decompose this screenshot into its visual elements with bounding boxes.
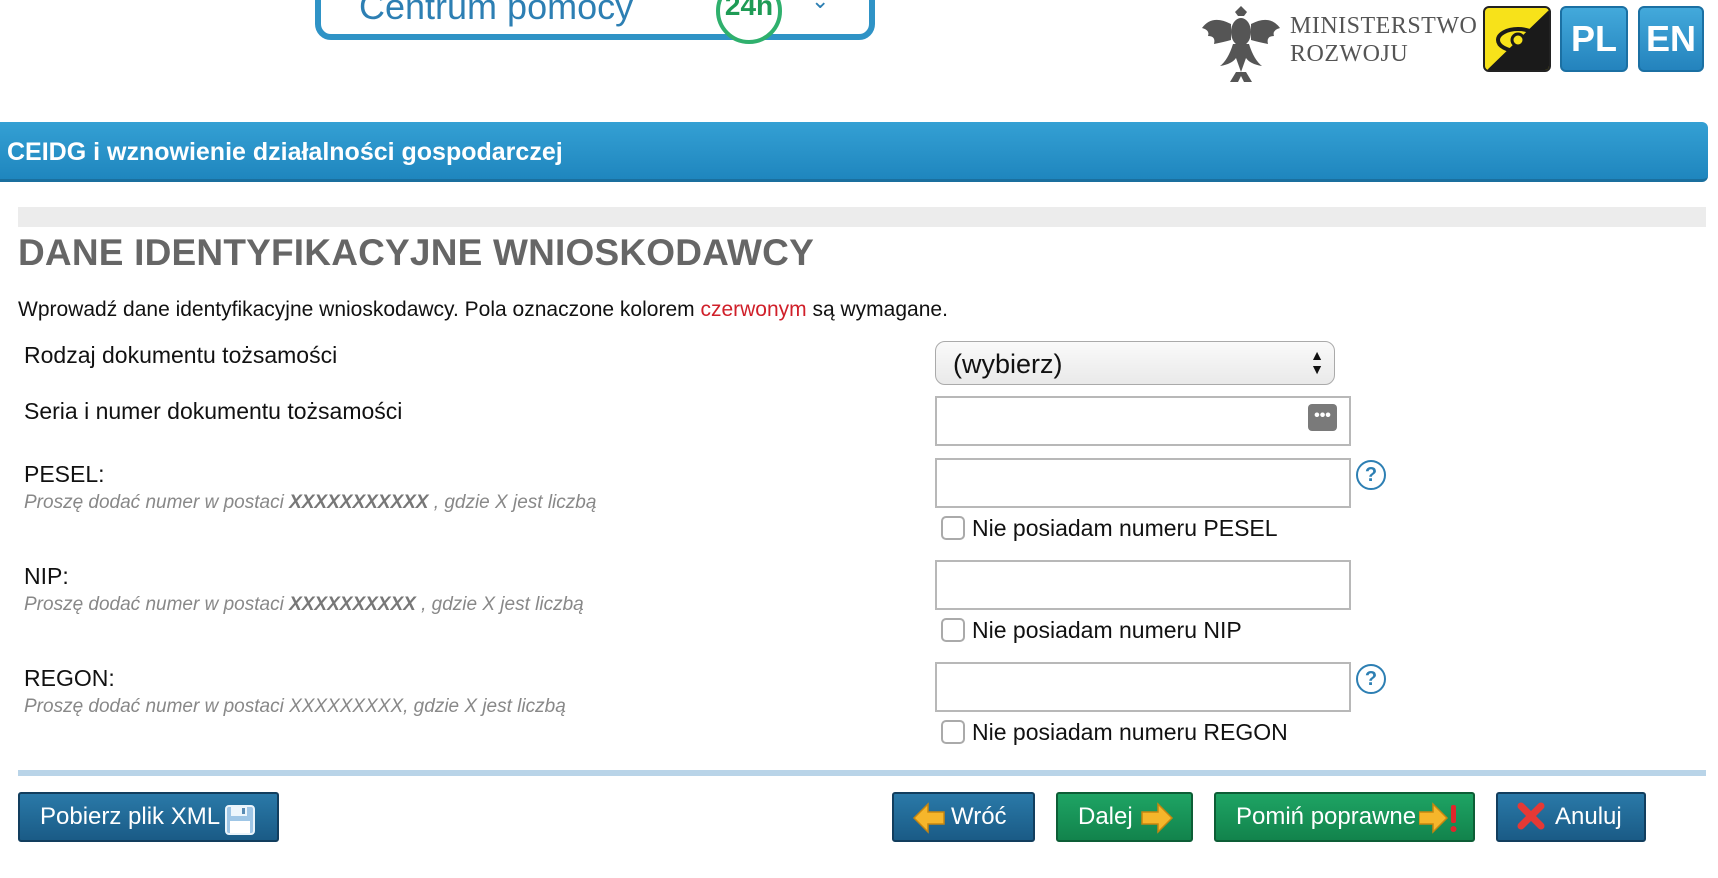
skip-valid-label: Pomiń poprawne [1236,803,1417,830]
password-manager-icon[interactable]: ••• [1308,404,1337,431]
intro-text: Wprowadź dane identyfikacyjne wnioskodaw… [18,298,948,322]
nip-hint-start: Proszę dodać numer w postaci [24,594,290,615]
pesel-hint-end: , gdzie X jest liczbą [428,492,597,513]
arrow-left-icon [912,802,945,834]
ministry-name-line1: MINISTERSTWO [1290,13,1478,39]
regon-input[interactable] [935,662,1351,712]
regon-hint: Proszę dodać numer w postaci XXXXXXXXX, … [24,696,566,717]
eye-icon [1487,9,1549,70]
help-24h-badge: 24h [716,0,782,44]
intro-text-start: Wprowadź dane identyfikacyjne wnioskodaw… [18,298,701,321]
pesel-label: PESEL: [24,461,105,487]
regon-label: REGON: [24,665,115,691]
high-contrast-button[interactable] [1483,6,1551,72]
nip-input[interactable] [935,560,1351,610]
skip-valid-button[interactable]: Pomiń poprawne [1214,792,1475,842]
ministry-logo[interactable]: MINISTERSTWO ROZWOJU [1198,0,1478,88]
section-title-bar: CEIDG i wznowienie działalności gospodar… [0,122,1708,182]
progress-strip [18,207,1706,227]
page-title: DANE IDENTYFIKACYJNE WNIOSKODAWCY [18,232,814,273]
intro-required-color-word: czerwonym [700,298,807,321]
download-xml-button[interactable]: Pobierz plik XML [18,792,279,842]
help-center-label: Centrum pomocy [359,0,634,27]
close-icon [1517,802,1545,830]
doc-number-input[interactable] [935,396,1351,446]
pesel-input[interactable] [935,458,1351,508]
chevron-down-icon: ⌄ [811,0,830,13]
next-label: Dalej [1078,803,1133,830]
select-arrows-icon: ▲ ▼ [1310,347,1324,377]
language-pl-button[interactable]: PL [1560,6,1628,72]
nip-label: NIP: [24,563,69,589]
arrow-right-warning-icon [1419,802,1457,834]
cancel-label: Anuluj [1555,803,1622,830]
intro-text-end: są wymagane. [806,298,948,321]
download-xml-label: Pobierz plik XML [40,803,221,830]
no-regon-checkbox[interactable] [941,720,965,744]
nip-hint-end: , gdzie X jest liczbą [415,594,584,615]
doc-type-label: Rodzaj dokumentu tożsamości [24,342,338,368]
section-title: CEIDG i wznowienie działalności gospodar… [7,138,563,166]
help-center-button[interactable]: Centrum pomocy 24h ⌄ [315,0,875,44]
no-nip-checkbox[interactable] [941,618,965,642]
ministry-name: MINISTERSTWO ROZWOJU [1290,12,1477,68]
nip-hint: Proszę dodać numer w postaci XXXXXXXXXX … [24,594,584,616]
eagle-emblem-icon [1202,6,1280,82]
pesel-hint-start: Proszę dodać numer w postaci [24,492,290,513]
cancel-button[interactable]: Anuluj [1496,792,1646,842]
back-label: Wróć [951,803,1007,830]
no-pesel-label[interactable]: Nie posiadam numeru PESEL [972,515,1278,542]
no-nip-label[interactable]: Nie posiadam numeru NIP [972,617,1242,644]
doc-type-selected-value: (wybierz) [953,349,1063,379]
nip-hint-mask: XXXXXXXXXX [289,594,416,615]
regon-help-icon[interactable]: ? [1356,664,1386,694]
form-divider [18,770,1706,776]
ministry-name-line2: ROZWOJU [1290,41,1409,67]
doc-number-label: Seria i numer dokumentu tożsamości [24,398,403,424]
no-regon-label[interactable]: Nie posiadam numeru REGON [972,719,1288,746]
language-en-button[interactable]: EN [1638,6,1704,72]
doc-type-select[interactable]: (wybierz) ▲ ▼ [935,341,1335,385]
pesel-hint: Proszę dodać numer w postaci XXXXXXXXXXX… [24,492,596,514]
floppy-disk-icon [225,805,255,835]
pesel-hint-mask: XXXXXXXXXXX [289,492,429,513]
pesel-help-icon[interactable]: ? [1356,460,1386,490]
next-button[interactable]: Dalej [1056,792,1193,842]
arrow-right-icon [1141,802,1174,834]
back-button[interactable]: Wróć [892,792,1035,842]
no-pesel-checkbox[interactable] [941,516,965,540]
